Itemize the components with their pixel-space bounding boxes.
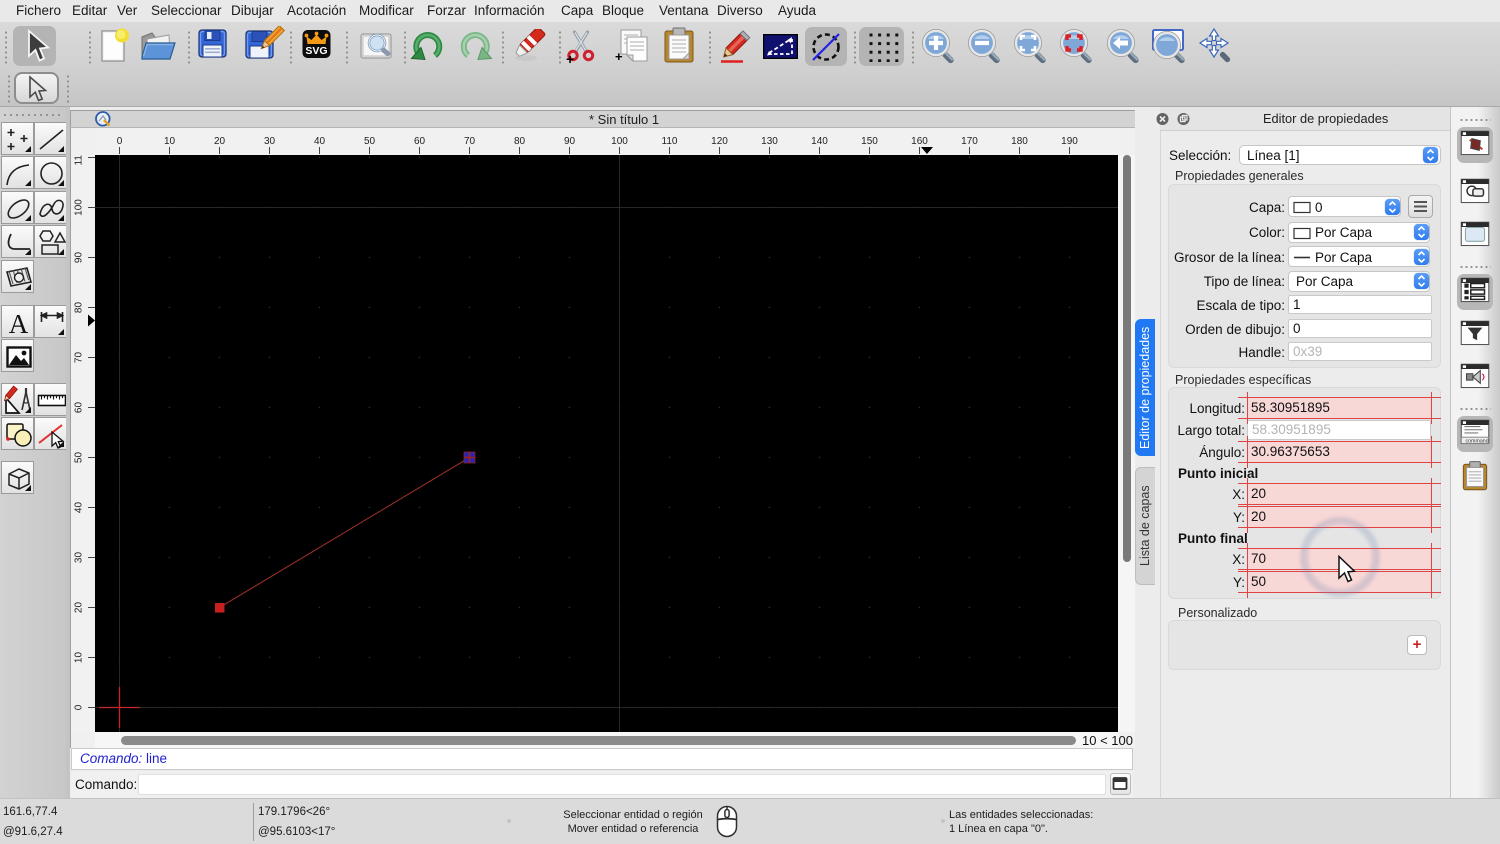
svg-text:180: 180	[1011, 136, 1028, 147]
svg-text:A: A	[9, 309, 29, 339]
svg-text:90: 90	[74, 252, 85, 264]
svg-text:80: 80	[514, 136, 526, 147]
svg-text:150: 150	[861, 136, 878, 147]
svg-text:40: 40	[74, 502, 85, 514]
svg-text:command: command	[1465, 438, 1488, 444]
svg-text:0: 0	[74, 704, 85, 710]
svg-text:70: 70	[74, 352, 85, 364]
svg-text:100: 100	[611, 136, 628, 147]
svg-text:10: 10	[74, 652, 85, 664]
svg-text:10: 10	[164, 136, 176, 147]
svg-text:70: 70	[464, 136, 476, 147]
svg-text:40: 40	[314, 136, 326, 147]
svg-text:160: 160	[911, 136, 928, 147]
svg-text:130: 130	[761, 136, 778, 147]
svg-text:60: 60	[74, 402, 85, 414]
svg-text:+: +	[566, 51, 574, 64]
svg-text:SVG: SVG	[305, 45, 327, 57]
svg-text:30: 30	[264, 136, 276, 147]
svg-text:20: 20	[214, 136, 226, 147]
svg-text:190: 190	[1061, 136, 1078, 147]
svg-text:30: 30	[74, 552, 85, 564]
svg-text:0: 0	[117, 136, 123, 147]
svg-text:80: 80	[74, 302, 85, 314]
svg-text:50: 50	[74, 452, 85, 464]
svg-text:60: 60	[414, 136, 426, 147]
svg-text:140: 140	[811, 136, 828, 147]
svg-text:20: 20	[74, 602, 85, 614]
svg-text:110: 110	[662, 136, 678, 147]
svg-text:120: 120	[711, 136, 728, 147]
svg-text:+: +	[615, 49, 623, 64]
svg-text:170: 170	[961, 136, 978, 147]
svg-text:50: 50	[364, 136, 376, 147]
svg-text:100: 100	[74, 199, 85, 216]
svg-text:90: 90	[564, 136, 576, 147]
svg-text:110: 110	[74, 155, 85, 165]
